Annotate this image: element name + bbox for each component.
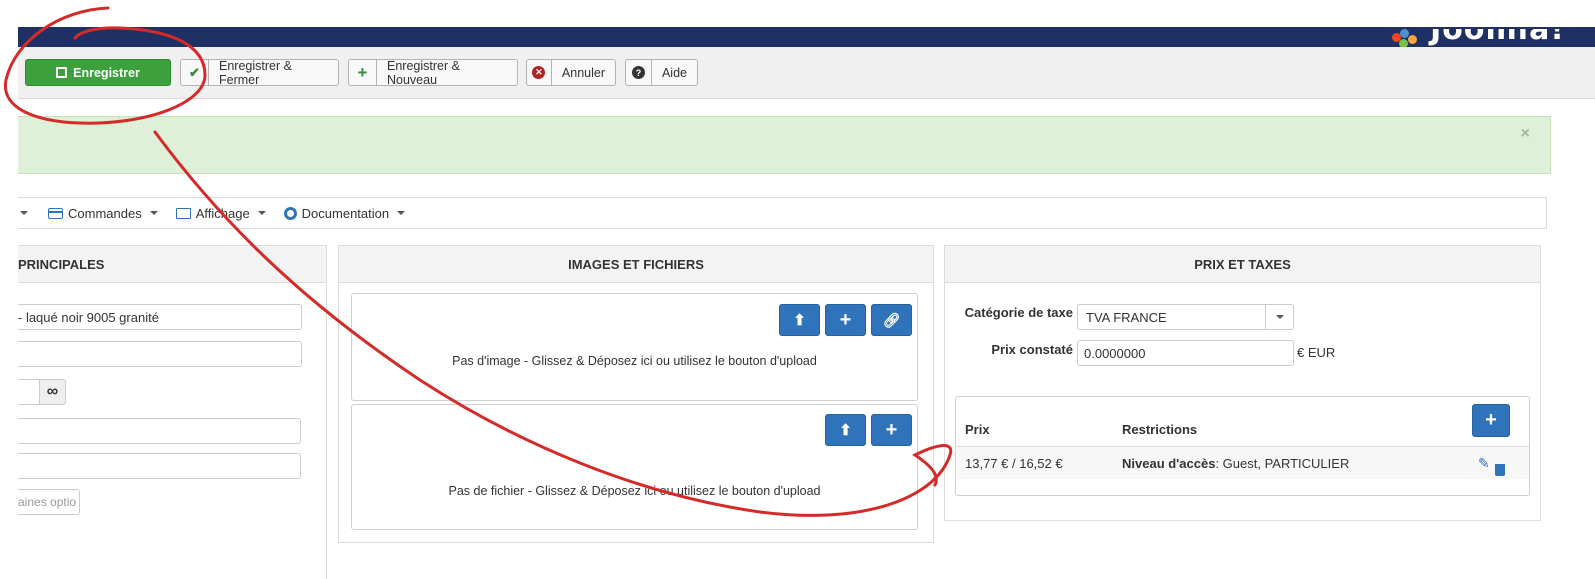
menu-commandes[interactable]: Commandes: [48, 206, 158, 221]
link-image-button[interactable]: 🔗︎: [871, 304, 912, 336]
close-icon[interactable]: ×: [1521, 125, 1530, 143]
add-price-button[interactable]: +: [1472, 404, 1510, 437]
help-label: Aide: [661, 65, 687, 80]
product-name-field[interactable]: - laqué noir 9005 granité: [18, 304, 302, 330]
main-info-panel: PRINCIPALES: [18, 245, 327, 579]
infinity-icon[interactable]: ∞: [39, 379, 66, 405]
plus-icon: +: [885, 418, 898, 441]
save-button-label: Enregistrer: [73, 65, 140, 80]
lifebuoy-icon: [283, 206, 297, 220]
tax-category-select[interactable]: TVA FRANCE: [1077, 304, 1294, 330]
menu-affichage-label: Affichage: [195, 205, 250, 221]
chevron-down-icon: [1275, 315, 1284, 319]
add-file-button[interactable]: +: [871, 414, 912, 446]
image-dropzone[interactable]: ⬆ + 🔗︎ Pas d'image - Glissez & Déposez i…: [351, 293, 918, 401]
upload-file-button[interactable]: ⬆: [825, 414, 866, 446]
price-unit: € EUR: [1297, 345, 1336, 360]
tax-category-label: Catégorie de taxe: [964, 305, 1073, 320]
table-row: 13,77 € / 16,52 € Niveau d'accès: Guest,…: [957, 446, 1529, 479]
file-dropzone[interactable]: ⬆ + Pas de fichier - Glissez & Déposez i…: [351, 404, 918, 530]
col-price-header: Prix: [965, 422, 990, 437]
help-button[interactable]: ? Aide: [625, 59, 698, 86]
stock-field[interactable]: [18, 379, 40, 405]
credit-card-icon: [48, 207, 63, 219]
options-field[interactable]: aines optio: [18, 489, 80, 515]
menu-documentation-label: Documentation: [301, 205, 390, 221]
chevron-down-icon[interactable]: [20, 211, 28, 215]
chevron-down-icon: [257, 211, 266, 215]
upload-image-button[interactable]: ⬆: [779, 304, 820, 336]
chevron-down-icon: [149, 211, 158, 215]
edit-icon: [56, 67, 68, 78]
add-image-button[interactable]: +: [825, 304, 866, 336]
tax-category-value: TVA FRANCE: [1086, 309, 1167, 325]
brand-name: Joomla!: [1430, 29, 1565, 47]
submenu: Commandes Affichage Documentation: [18, 197, 1547, 229]
menu-documentation[interactable]: Documentation: [283, 205, 406, 221]
check-icon: ✔: [181, 60, 209, 85]
save-new-button[interactable]: + Enregistrer & Nouveau: [348, 58, 518, 87]
no-image-message: Pas d'image - Glissez & Déposez ici ou u…: [452, 354, 817, 368]
col-restrictions-header: Restrictions: [1122, 422, 1198, 437]
cancel-icon: ✕: [527, 60, 552, 85]
row-access-level: Niveau d'accès: Guest, PARTICULIER: [1122, 456, 1349, 471]
price-input[interactable]: 0.0000000: [1077, 340, 1294, 366]
plus-icon: +: [349, 60, 377, 85]
row-access-label: Niveau d'accès: [1122, 456, 1216, 471]
panel-title: PRIX ET TAXES: [945, 246, 1540, 283]
price-table: Prix Restrictions + 13,77 € / 16,52 € Ni…: [955, 396, 1530, 496]
weight-field[interactable]: [18, 418, 301, 444]
joomla-logo[interactable]: Joomla!: [1390, 29, 1565, 47]
plus-icon: +: [1485, 409, 1497, 431]
help-icon: ?: [626, 60, 652, 85]
panel-title: PRINCIPALES: [18, 246, 326, 283]
save-button[interactable]: Enregistrer: [25, 59, 171, 86]
link-icon: 🔗︎: [882, 311, 901, 328]
pencil-icon[interactable]: ✎: [1478, 455, 1490, 472]
joomla-logo-icon: [1390, 29, 1430, 47]
reference-field[interactable]: [18, 341, 302, 367]
save-new-label: Enregistrer & Nouveau: [387, 58, 460, 87]
row-price: 13,77 € / 16,52 €: [965, 456, 1063, 471]
cancel-button[interactable]: ✕ Annuler: [526, 59, 616, 86]
dimension-field[interactable]: [18, 453, 301, 479]
menu-commandes-label: Commandes: [68, 205, 142, 221]
row-access-value: : Guest, PARTICULIER: [1215, 456, 1350, 471]
menu-affichage[interactable]: Affichage: [175, 205, 266, 221]
cancel-label: Annuler: [561, 65, 605, 80]
toolbar: Enregistrer ✔ Enregistrer & Fermer + Enr…: [18, 47, 1595, 99]
admin-header: Joomla!: [18, 27, 1595, 47]
no-file-message: Pas de fichier - Glissez & Déposez ici o…: [448, 484, 821, 498]
success-alert: ×: [18, 116, 1551, 174]
monitor-icon: [175, 207, 191, 219]
price-label: Prix constaté: [991, 342, 1073, 357]
upload-icon: ⬆: [793, 312, 806, 329]
chevron-down-icon: [397, 211, 406, 215]
save-close-button[interactable]: ✔ Enregistrer & Fermer: [180, 58, 339, 87]
panel-title: IMAGES ET FICHIERS: [339, 246, 933, 283]
select-toggle[interactable]: [1265, 305, 1293, 329]
upload-icon: ⬆: [839, 422, 852, 439]
save-close-label: Enregistrer & Fermer: [219, 58, 292, 87]
plus-icon: +: [839, 308, 852, 331]
